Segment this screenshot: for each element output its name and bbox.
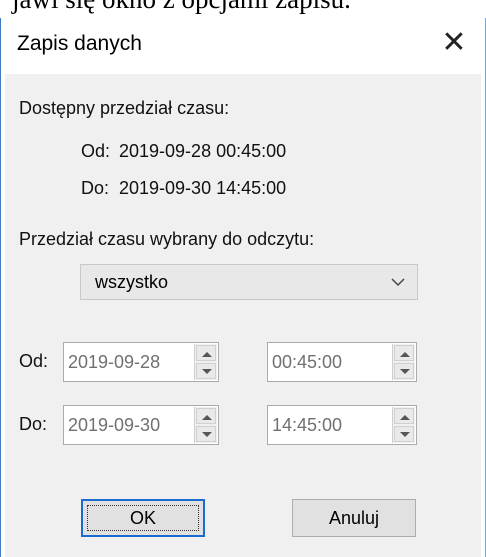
spin-up-icon[interactable] bbox=[196, 345, 216, 361]
spin-up-icon[interactable] bbox=[394, 345, 414, 361]
from-time-value: 00:45:00 bbox=[272, 352, 343, 372]
spin-down-icon[interactable] bbox=[196, 426, 216, 442]
to-time-value: 14:45:00 bbox=[272, 415, 343, 435]
available-from-value: 2019-09-28 00:45:00 bbox=[119, 141, 287, 161]
dialog-client-area: Dostępny przedział czasu: Od: 2019-09-28… bbox=[5, 74, 481, 557]
spin-up-icon[interactable] bbox=[394, 408, 414, 424]
focus-rectangle bbox=[87, 505, 199, 531]
cancel-button-label: Anuluj bbox=[328, 508, 380, 528]
from-date-spinner[interactable] bbox=[194, 344, 217, 380]
to-label: Do: bbox=[19, 414, 48, 434]
range-select-value: wszystko bbox=[95, 272, 169, 292]
to-time-picker[interactable]: 14:45:00 bbox=[267, 405, 417, 445]
selected-range-label: Przedział czasu wybrany do odczytu: bbox=[19, 229, 315, 249]
from-date-value: 2019-09-28 bbox=[68, 352, 161, 372]
background-document-text: jawi się okno z opcjami zapisu. bbox=[12, 0, 351, 15]
to-date-picker[interactable]: 2019-09-30 bbox=[63, 405, 219, 445]
from-label: Od: bbox=[19, 351, 49, 371]
chevron-down-icon bbox=[391, 278, 405, 287]
to-date-value: 2019-09-30 bbox=[68, 415, 161, 435]
dialog-title: Zapis danych bbox=[17, 32, 142, 55]
cancel-button[interactable]: Anuluj bbox=[292, 499, 416, 537]
close-icon[interactable]: ✕ bbox=[437, 26, 471, 60]
ok-button[interactable]: OK bbox=[81, 499, 205, 537]
range-select[interactable]: wszystko bbox=[80, 264, 418, 300]
available-to-value: 2019-09-30 14:45:00 bbox=[119, 178, 287, 198]
to-time-spinner[interactable] bbox=[392, 407, 415, 443]
from-time-picker[interactable]: 00:45:00 bbox=[267, 342, 417, 382]
available-to-label: Do: bbox=[81, 178, 110, 198]
to-date-spinner[interactable] bbox=[194, 407, 217, 443]
from-time-spinner[interactable] bbox=[392, 344, 415, 380]
save-data-dialog: Zapis danych ✕ Dostępny przedział czasu:… bbox=[0, 18, 486, 557]
spin-down-icon[interactable] bbox=[196, 363, 216, 379]
available-from-label: Od: bbox=[81, 141, 111, 161]
spin-down-icon[interactable] bbox=[394, 363, 414, 379]
available-range-label: Dostępny przedział czasu: bbox=[19, 98, 230, 118]
title-bar: Zapis danych ✕ bbox=[1, 18, 485, 74]
from-date-picker[interactable]: 2019-09-28 bbox=[63, 342, 219, 382]
spin-down-icon[interactable] bbox=[394, 426, 414, 442]
spin-up-icon[interactable] bbox=[196, 408, 216, 424]
